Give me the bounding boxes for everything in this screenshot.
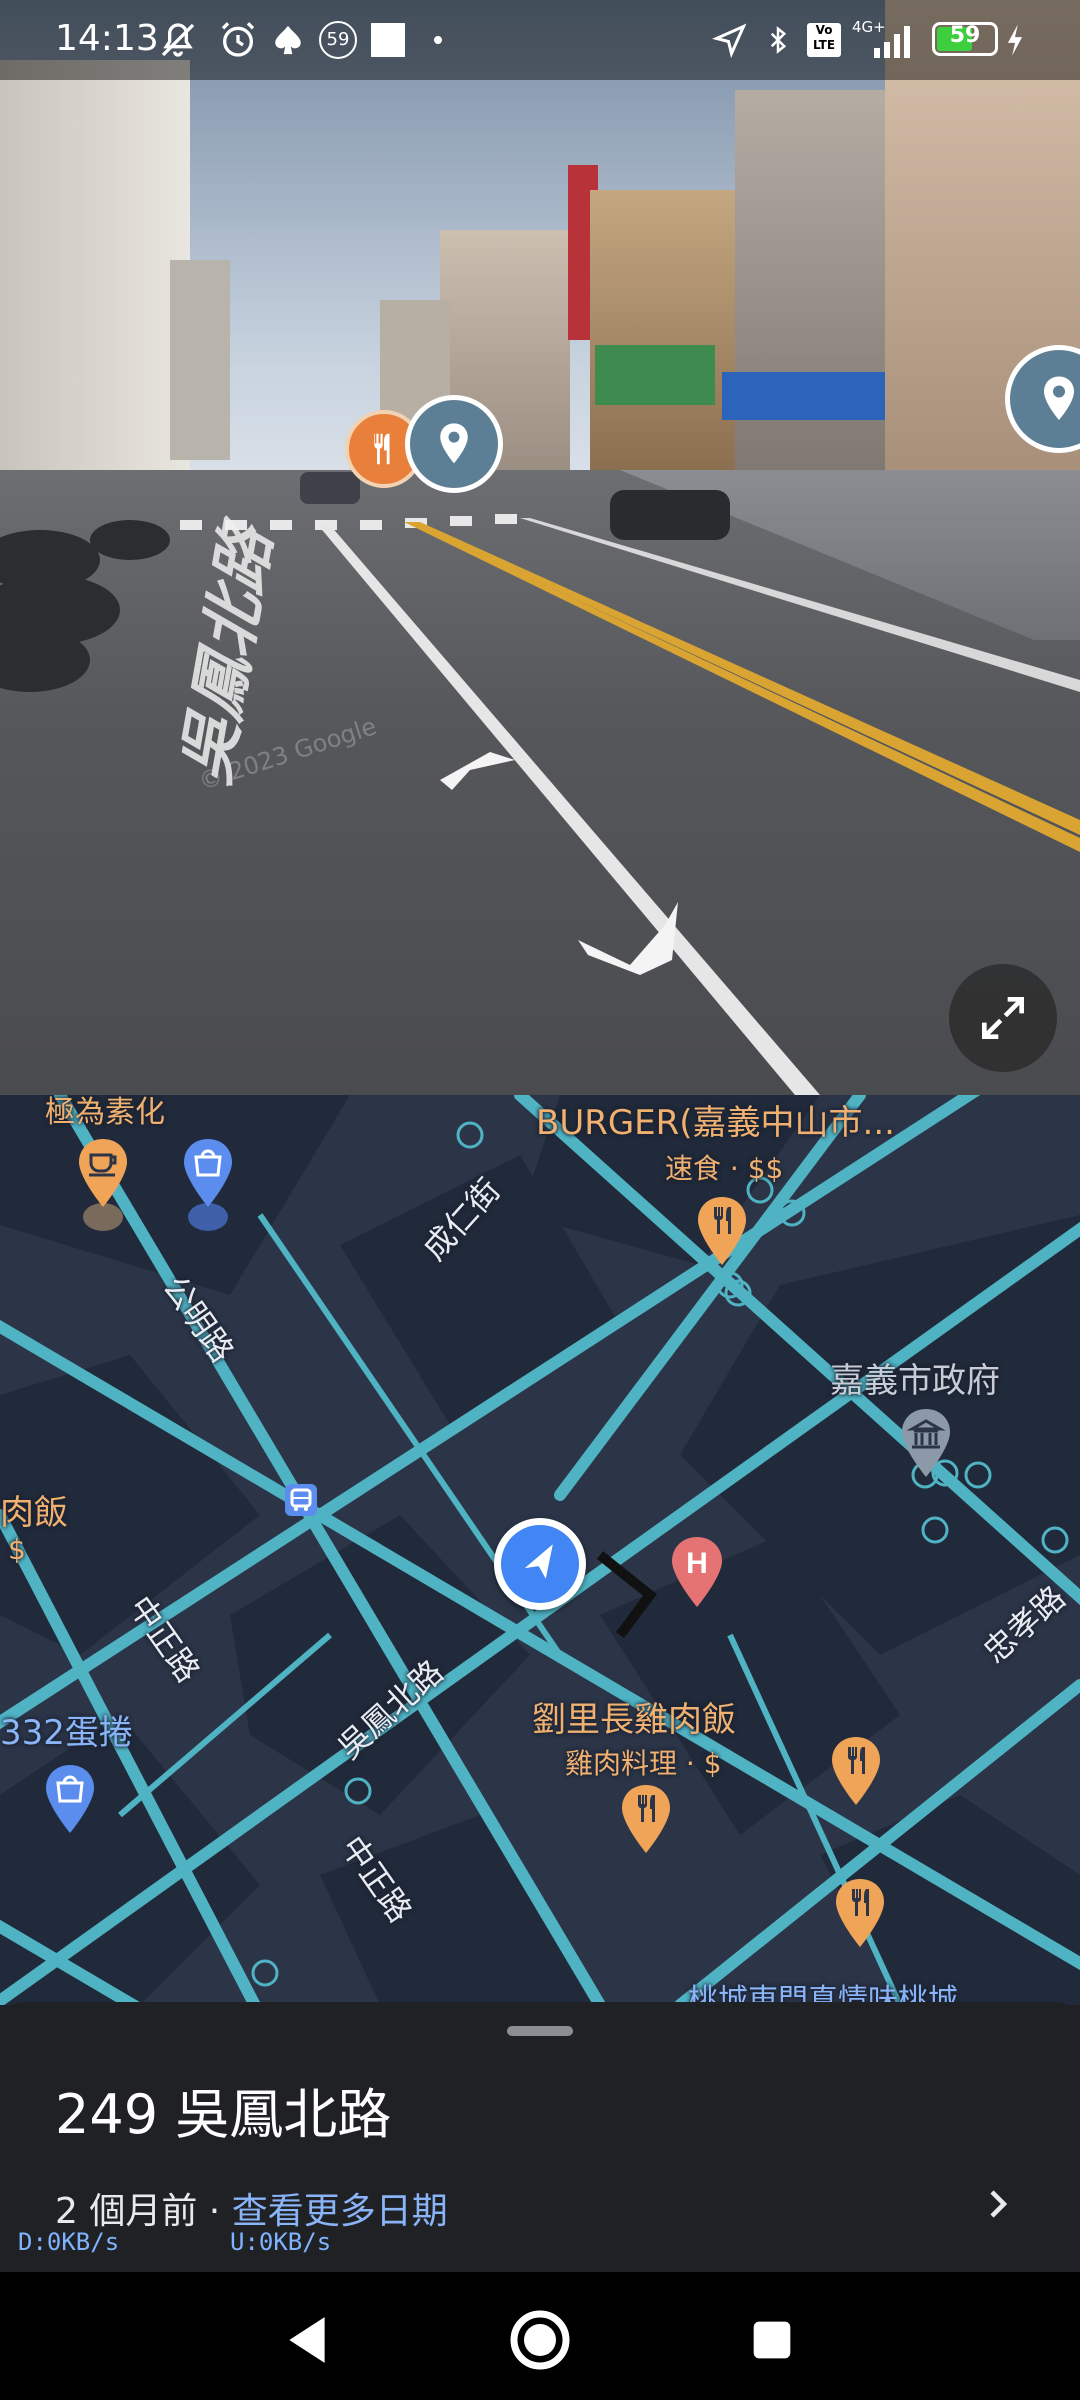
street-view-panorama[interactable]: © 2023 Google 吳鳳北路: [0, 0, 1080, 1095]
more-dates-link[interactable]: 查看更多日期: [232, 2191, 448, 2232]
dot-icon: [428, 20, 448, 60]
map-label-city-hall[interactable]: 嘉義市政府: [830, 1353, 1000, 1402]
alarm-icon: [215, 20, 261, 60]
mute-icon: [155, 20, 201, 60]
map-view[interactable]: 極為素化 BURGER(嘉義中山市... 速食 · $$ 嘉義市政府 肉飯 $ …: [0, 1095, 1080, 2005]
badge-59-icon: 59: [318, 20, 358, 60]
map-label-rice[interactable]: 肉飯: [0, 1485, 68, 1534]
government-pin-icon[interactable]: [898, 1407, 954, 1483]
road-markings: [0, 472, 1080, 1095]
map-label-chicken-rice-category: 雞肉料理 · $: [565, 1747, 722, 1780]
address-title: 249 吳鳳北路: [55, 2083, 392, 2146]
restaurant-pin-icon[interactable]: [832, 1877, 888, 1953]
fullscreen-button[interactable]: [949, 964, 1057, 1072]
system-nav-bar: [0, 2272, 1080, 2400]
restaurant-pin-icon[interactable]: [694, 1195, 750, 1271]
map-label-egg-roll[interactable]: 332蛋捲: [0, 1705, 133, 1754]
volte-icon: Vo LTE: [804, 20, 844, 60]
square-icon: [368, 20, 408, 60]
back-triangle-icon: [289, 2317, 325, 2363]
charging-icon: [1002, 20, 1028, 60]
location-pin-icon: [440, 423, 468, 464]
cafe-pin-icon[interactable]: [75, 1137, 131, 1233]
chevron-right-icon[interactable]: [980, 2184, 1016, 2224]
map-label-rice-price: $: [8, 1533, 26, 1566]
home-circle-icon: [510, 2310, 570, 2370]
back-button[interactable]: [268, 2300, 348, 2380]
expand-icon: [982, 997, 1024, 1039]
map-label-burger[interactable]: BURGER(嘉義中山市...: [536, 1095, 895, 1144]
place-bottom-sheet[interactable]: 249 吳鳳北路 2 個月前 · 查看更多日期 D:0KB/s U:0KB/s: [0, 2002, 1080, 2272]
download-speed: D:0KB/s: [18, 2228, 120, 2256]
bus-stop-icon[interactable]: [284, 1483, 318, 1517]
map-label-burger-category: 速食 · $$: [665, 1152, 784, 1185]
recents-square-icon: [753, 2321, 791, 2359]
map-label-chicken-rice[interactable]: 劉里長雞肉飯: [532, 1692, 736, 1741]
restaurant-pin-icon[interactable]: [618, 1783, 674, 1859]
recents-button[interactable]: [732, 2300, 812, 2380]
current-location-marker[interactable]: [494, 1518, 586, 1610]
map-label-bottom-partial[interactable]: 桃城東門真情味桃城: [688, 1975, 958, 2005]
date-info: 2 個月前 ·: [55, 2191, 232, 2232]
status-time: 14:13: [55, 18, 159, 59]
map-label-partial: 極為素化: [45, 1095, 165, 1130]
place-poi-marker[interactable]: [405, 395, 503, 493]
drag-handle[interactable]: [507, 2026, 573, 2036]
bluetooth-icon: [758, 20, 798, 60]
svg-text:H: H: [686, 1547, 708, 1580]
status-bar: 14:13 59 Vo LTE 4G+ 59: [0, 0, 1080, 80]
hospital-pin-icon[interactable]: H: [668, 1535, 726, 1615]
direction-arrow-icon: [524, 1544, 553, 1579]
signal-icon: 4G+: [850, 18, 920, 60]
location-arrow-icon: [708, 20, 752, 60]
location-pin-icon: [1044, 376, 1074, 420]
fork-knife-icon: [374, 433, 390, 465]
home-button[interactable]: [500, 2300, 580, 2380]
upload-speed: U:0KB/s: [230, 2228, 332, 2256]
date-info-row: 2 個月前 · 查看更多日期: [55, 2182, 448, 2234]
battery-level: 59: [949, 23, 981, 48]
spade-icon: [268, 20, 308, 60]
shopping-pin-icon[interactable]: [180, 1137, 236, 1233]
battery-icon: 59: [932, 22, 998, 56]
shopping-pin-icon[interactable]: [42, 1763, 98, 1839]
restaurant-pin-icon[interactable]: [828, 1735, 884, 1811]
